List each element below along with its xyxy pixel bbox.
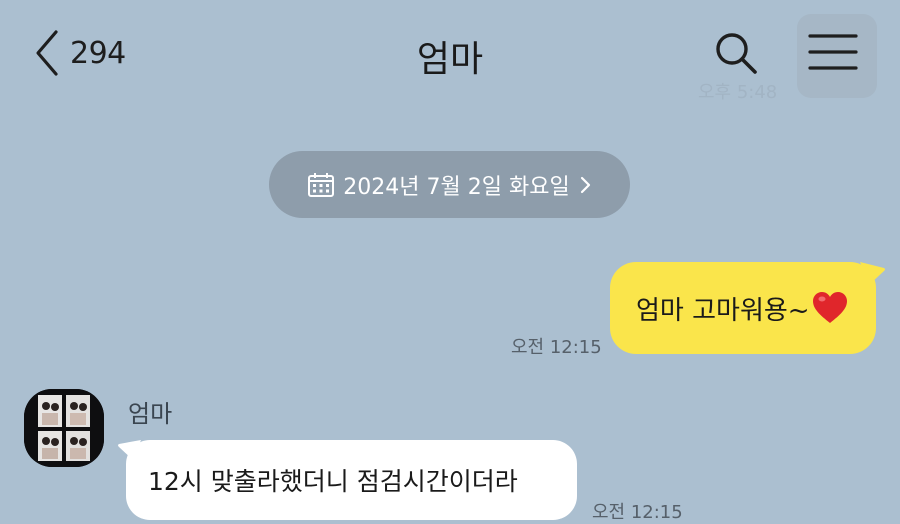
menu-button[interactable] — [797, 14, 877, 98]
message-time: 오전 12:15 — [592, 502, 683, 523]
search-icon — [716, 33, 757, 74]
red-heart-icon — [812, 292, 847, 323]
back-button[interactable]: 294 — [34, 28, 126, 78]
date-label: 2024년 7월 2일 화요일 — [343, 174, 570, 200]
message-text: 12시 맞출라했더니 점검시간이더라 — [148, 467, 518, 496]
hamburger-menu-icon — [808, 34, 858, 70]
message-bubble-sent[interactable]: 엄마 고마워용~ — [610, 262, 876, 354]
message-time: 오전 12:15 — [511, 337, 602, 358]
sender-name: 엄마 — [128, 400, 173, 428]
message-text: 엄마 고마워용~ — [636, 295, 810, 326]
chevron-left-icon — [36, 30, 58, 76]
unread-count: 294 — [70, 35, 126, 71]
faded-timestamp: 오후 5:48 — [698, 82, 778, 103]
chat-header: 294 엄마 오후 5:48 — [0, 0, 900, 108]
search-button[interactable] — [712, 30, 760, 78]
profile-photo — [24, 389, 104, 467]
avatar[interactable] — [24, 389, 104, 467]
message-bubble-received[interactable]: 12시 맞출라했더니 점검시간이더라 — [126, 440, 577, 520]
chevron-right-icon — [580, 176, 590, 193]
date-separator[interactable]: 2024년 7월 2일 화요일 — [269, 151, 630, 218]
chat-title: 엄마 — [416, 39, 484, 80]
calendar-icon — [308, 172, 335, 197]
